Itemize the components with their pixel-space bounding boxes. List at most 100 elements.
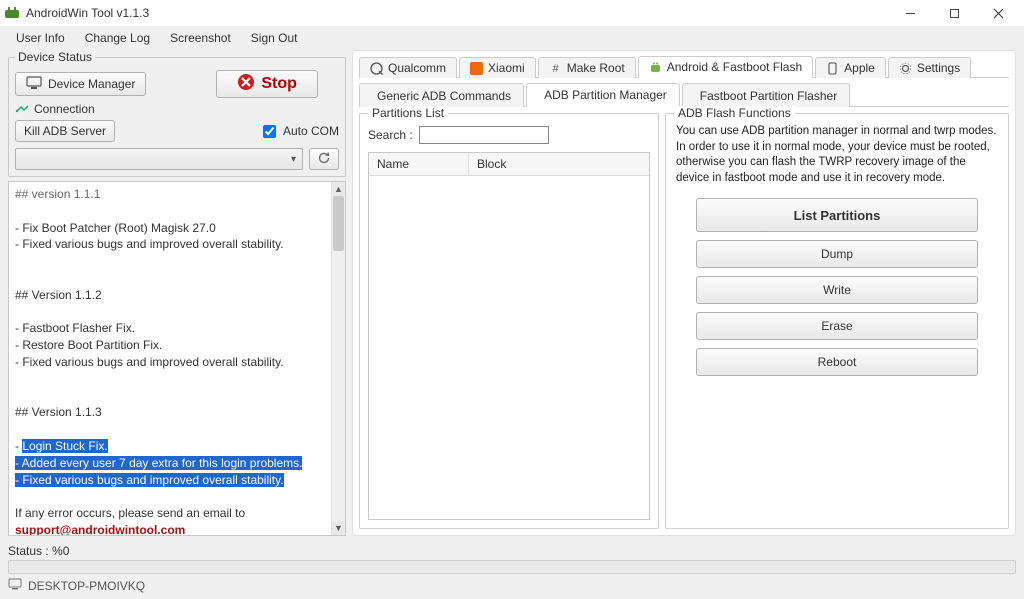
hostname: DESKTOP-PMOIVKQ (28, 579, 145, 593)
partitions-list-group: Partitions List Search : Name Block (359, 113, 659, 529)
col-block: Block (469, 153, 649, 175)
android-icon (649, 61, 662, 74)
search-input[interactable] (419, 126, 549, 144)
dump-button[interactable]: Dump (696, 240, 978, 268)
gear-icon (899, 62, 912, 75)
changelog-line: - Restore Boot Partition Fix. (15, 337, 339, 354)
changelog-heading: ## Version 1.1.2 (15, 287, 339, 304)
menu-change-log[interactable]: Change Log (77, 29, 158, 47)
list-partitions-button[interactable]: List Partitions (696, 198, 978, 232)
btn-label: Write (823, 283, 851, 297)
flash-functions-group: ADB Flash Functions You can use ADB part… (665, 113, 1009, 529)
tab-label: Settings (917, 61, 960, 75)
subtab-label: Fastboot Partition Flasher (700, 89, 837, 103)
tab-apple[interactable]: Apple (815, 57, 886, 78)
scrollbar[interactable]: ▲ ▼ (331, 182, 345, 535)
refresh-button[interactable] (309, 148, 339, 170)
main-tab-row: Qualcomm Xiaomi # Make Root Android & Fas… (359, 53, 1009, 78)
subtab-fastboot-flasher[interactable]: Fastboot Partition Flasher (682, 83, 850, 107)
xiaomi-icon (470, 62, 483, 75)
menu-sign-out[interactable]: Sign Out (243, 29, 306, 47)
write-button[interactable]: Write (696, 276, 978, 304)
auto-com-label: Auto COM (283, 124, 339, 138)
progress-bar (8, 560, 1016, 574)
partitions-table[interactable]: Name Block (368, 152, 650, 520)
changelog-heading: ## Version 1.1.3 (15, 404, 339, 421)
kill-adb-label: Kill ADB Server (24, 124, 106, 138)
close-button[interactable] (976, 0, 1020, 26)
device-status-group: Device Status Device Manager Stop Connec… (8, 50, 346, 177)
col-name: Name (369, 153, 469, 175)
auto-com-input[interactable] (263, 125, 276, 138)
partitions-list-title: Partitions List (368, 106, 448, 120)
scroll-down-icon[interactable]: ▼ (332, 521, 345, 535)
root-icon: # (549, 62, 562, 75)
stop-button[interactable]: Stop (216, 70, 318, 98)
menu-screenshot[interactable]: Screenshot (162, 29, 239, 47)
changelog-line: - Fixed various bugs and improved overal… (15, 354, 339, 371)
tab-make-root[interactable]: # Make Root (538, 57, 636, 78)
menu-user-info[interactable]: User Info (8, 29, 73, 47)
refresh-icon (317, 151, 331, 168)
flash-functions-title: ADB Flash Functions (674, 106, 795, 120)
auto-com-checkbox[interactable]: Auto COM (259, 122, 339, 141)
stop-icon (237, 73, 255, 96)
stop-label: Stop (261, 75, 297, 93)
monitor-icon (26, 76, 42, 93)
minimize-button[interactable] (888, 0, 932, 26)
btn-label: Erase (821, 319, 852, 333)
changelog-line: - Fastboot Flasher Fix. (15, 320, 339, 337)
menu-bar: User Info Change Log Screenshot Sign Out (0, 26, 1024, 50)
changelog-line: - Fixed various bugs and improved overal… (15, 472, 339, 489)
tab-label: Xiaomi (488, 61, 525, 75)
svg-text:#: # (552, 63, 559, 75)
tab-xiaomi[interactable]: Xiaomi (459, 57, 536, 78)
support-email: support@androidwintool.com (15, 522, 339, 536)
maximize-button[interactable] (932, 0, 976, 26)
app-icon (4, 5, 20, 21)
title-bar: AndroidWin Tool v1.1.3 (0, 0, 1024, 26)
btn-label: List Partitions (794, 208, 881, 223)
desktop-icon (8, 578, 22, 593)
sub-tab-row: Generic ADB Commands ADB Partition Manag… (359, 82, 1009, 107)
changelog-line: - Login Stuck Fix. (15, 438, 339, 455)
changelog-line: ## version 1.1.1 (15, 186, 339, 203)
connection-label: Connection (34, 102, 95, 116)
tab-qualcomm[interactable]: Qualcomm (359, 57, 457, 78)
changelog-line: - Fix Boot Patcher (Root) Magisk 27.0 (15, 220, 339, 237)
changelog-line: - Fixed various bugs and improved overal… (15, 236, 339, 253)
window-title: AndroidWin Tool v1.1.3 (26, 6, 888, 20)
tab-label: Android & Fastboot Flash (667, 60, 802, 74)
reboot-button[interactable]: Reboot (696, 348, 978, 376)
subtab-adb-partition[interactable]: ADB Partition Manager (526, 83, 680, 107)
device-manager-button[interactable]: Device Manager (15, 72, 146, 96)
subtab-generic-adb[interactable]: Generic ADB Commands (359, 83, 524, 107)
search-label: Search : (368, 128, 413, 142)
chevron-down-icon: ▾ (291, 154, 296, 165)
qualcomm-icon (370, 62, 383, 75)
tab-android-fastboot[interactable]: Android & Fastboot Flash (638, 56, 813, 78)
kill-adb-button[interactable]: Kill ADB Server (15, 120, 115, 142)
tab-label: Qualcomm (388, 61, 446, 75)
tab-settings[interactable]: Settings (888, 57, 971, 78)
device-manager-label: Device Manager (48, 77, 135, 91)
scroll-thumb[interactable] (333, 196, 344, 251)
connection-icon (15, 102, 29, 116)
tab-label: Apple (844, 61, 875, 75)
btn-label: Dump (821, 247, 853, 261)
tab-label: Make Root (567, 61, 625, 75)
table-header: Name Block (369, 153, 649, 176)
erase-button[interactable]: Erase (696, 312, 978, 340)
apple-icon (826, 62, 839, 75)
subtab-label: ADB Partition Manager (544, 88, 667, 102)
port-select[interactable]: ▾ (15, 148, 303, 170)
status-label: Status : %0 (8, 544, 1016, 558)
scroll-up-icon[interactable]: ▲ (332, 182, 345, 196)
subtab-label: Generic ADB Commands (377, 89, 511, 103)
flash-description: You can use ADB partition manager in nor… (676, 124, 998, 186)
changelog-line: - Added every user 7 day extra for this … (15, 455, 339, 472)
btn-label: Reboot (818, 355, 857, 369)
changelog-box: ## version 1.1.1 - Fix Boot Patcher (Roo… (8, 181, 346, 536)
device-status-legend: Device Status (15, 50, 95, 64)
changelog-line: If any error occurs, please send an emai… (15, 505, 339, 522)
